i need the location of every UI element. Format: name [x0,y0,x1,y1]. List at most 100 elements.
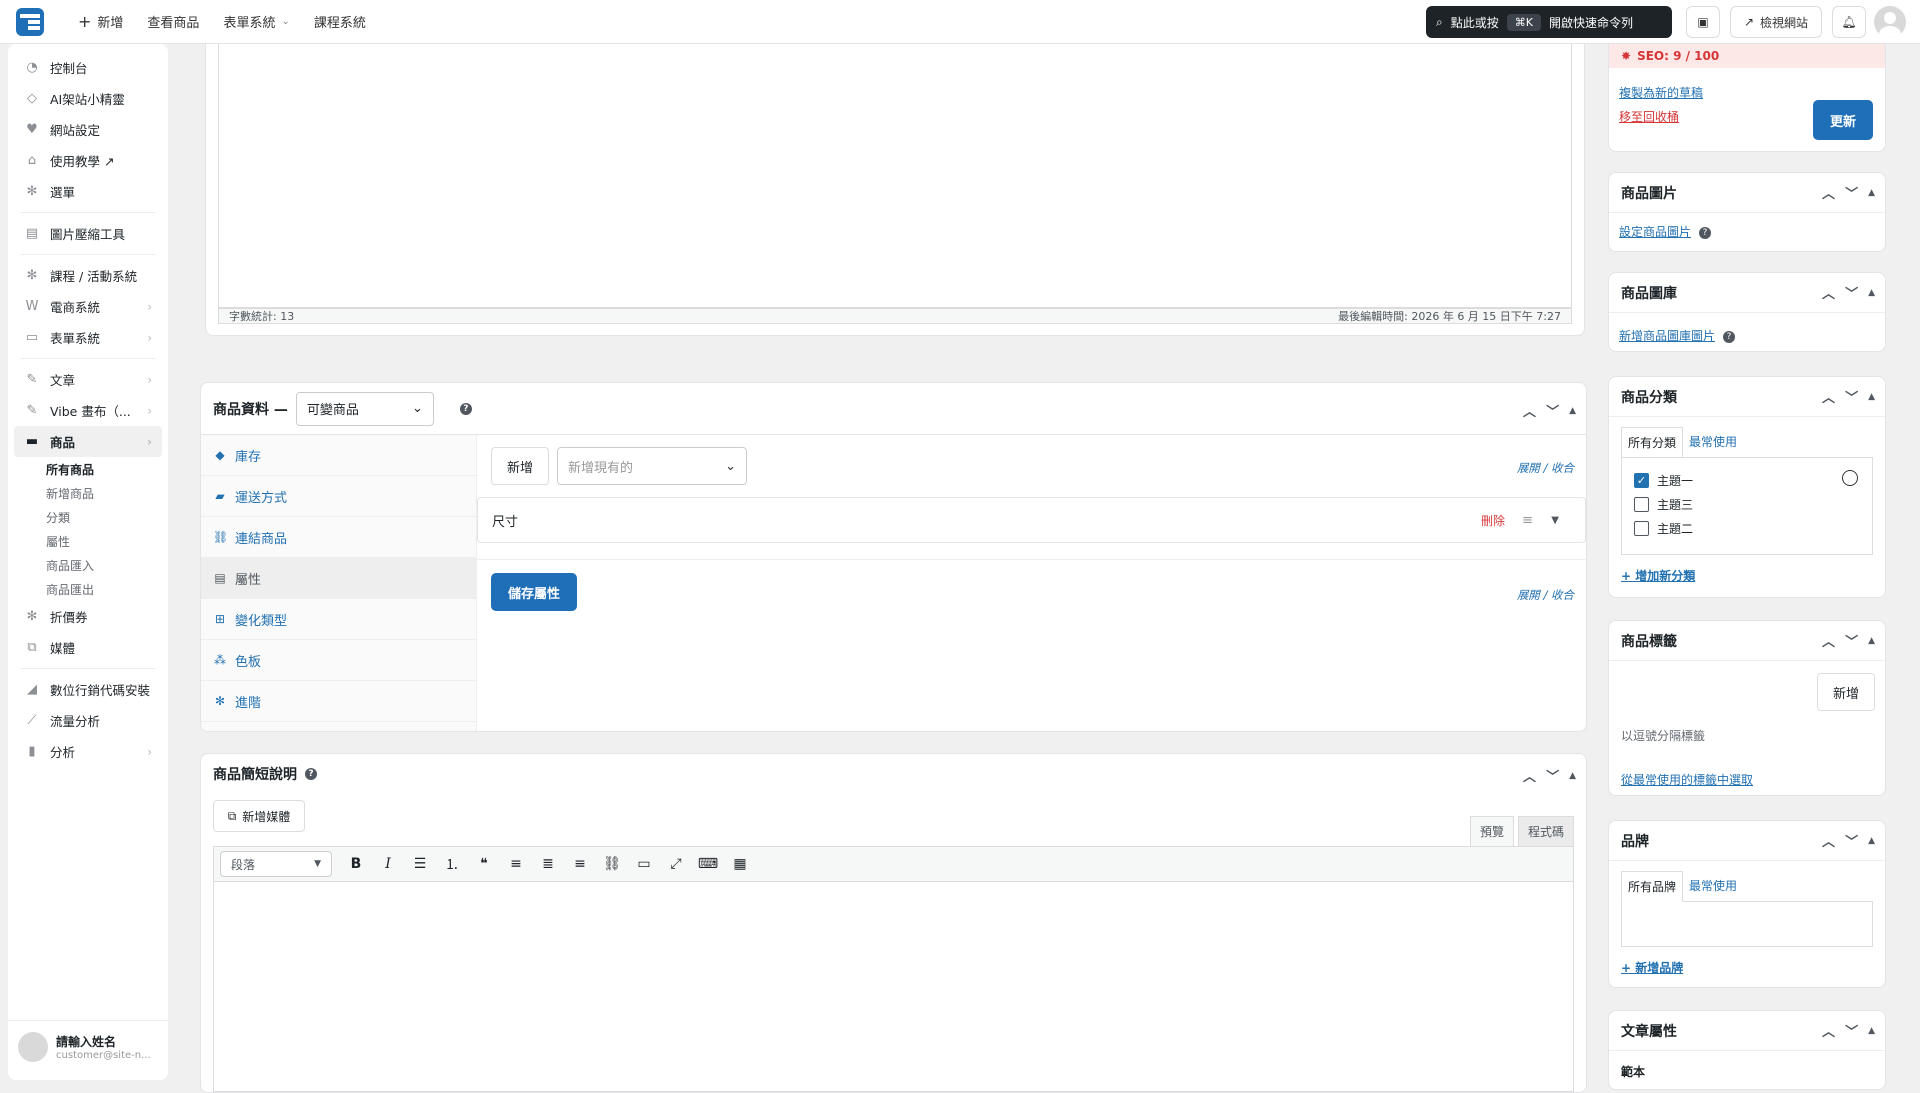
sidebar-sub-attributes[interactable]: 屬性 [8,529,168,553]
move-up-icon[interactable]: ︿ [1523,401,1536,420]
site-logo[interactable] [16,7,44,36]
primary-category-radio[interactable] [1842,470,1858,486]
sidebar-sub-categories[interactable]: 分類 [8,505,168,529]
save-attributes-button[interactable]: 儲存屬性 [491,573,577,611]
add-tag-button[interactable]: 新增 [1817,673,1875,711]
numbered-list-icon[interactable]: ⒈ [438,850,466,878]
move-up-icon[interactable]: ︿ [1523,766,1536,785]
help-icon[interactable]: ? [1723,330,1736,343]
align-right-icon[interactable]: ≡ [566,850,594,878]
course-system-link[interactable]: 課程系統 [304,12,376,31]
sidebar-item-media[interactable]: ⧉ 媒體 [8,632,168,663]
move-down-icon[interactable]: ﹀ [1845,1021,1858,1040]
user-avatar[interactable] [1874,6,1906,38]
sidebar-item-posts[interactable]: ✎ 文章 › [8,364,168,395]
sidebar-sub-import[interactable]: 商品匯入 [8,553,168,577]
collapse-icon[interactable]: ▲ [1569,771,1576,781]
help-icon[interactable]: ? [459,402,472,415]
tab-preview[interactable]: 預覽 [1470,816,1514,846]
format-select[interactable]: 段落 ▼ [220,851,332,877]
sidebar-item-products[interactable]: ▬ 商品 › [14,426,162,457]
toggle-arrow-icon[interactable]: ▼ [1551,515,1559,526]
new-button[interactable]: + 新增 [68,12,133,31]
copy-draft-link[interactable]: 複製為新的草稿 [1619,84,1703,101]
move-down-icon[interactable]: ﹀ [1845,831,1858,850]
collapse-icon[interactable]: ▲ [1868,636,1875,646]
move-down-icon[interactable]: ﹀ [1845,387,1858,406]
bullet-list-icon[interactable]: ☰ [406,850,434,878]
sidebar-item-traffic[interactable]: ⟋ 流量分析 [8,705,168,736]
move-down-icon[interactable]: ﹀ [1845,283,1858,302]
notifications-button[interactable]: 🔔︎ [1832,6,1866,38]
tab-all-brands[interactable]: 所有品牌 [1621,871,1684,902]
tab-shipping[interactable]: ▰ 運送方式 [201,476,476,517]
view-site-button[interactable]: ↗ 檢視網站 [1730,6,1822,38]
bold-icon[interactable]: B [342,850,370,878]
move-up-icon[interactable]: ︿ [1822,631,1835,650]
sidebar-item-analytics[interactable]: ▮ 分析 › [8,736,168,767]
italic-icon[interactable]: I [374,850,402,878]
fullscreen-icon[interactable]: ⤢ [662,850,690,878]
align-center-icon[interactable]: ≣ [534,850,562,878]
update-button[interactable]: 更新 [1813,100,1873,140]
product-type-select[interactable]: 可變商品 ⌄ [295,391,434,426]
sidebar-item-image-compress[interactable]: ▤ 圖片壓縮工具 [8,218,168,249]
category-item[interactable]: ✓ 主題一 [1634,468,1860,492]
add-gallery-images-link[interactable]: 新增商品圖庫圖片 [1619,329,1715,343]
add-category-link[interactable]: + 增加新分類 [1621,569,1695,583]
short-description-editor[interactable] [213,882,1574,1092]
expand-collapse-links[interactable]: 展開 / 收合 [1517,587,1574,603]
sidebar-item-course-system[interactable]: ✻ 課程 / 活動系統 [8,260,168,291]
sidebar-item-site-settings[interactable]: ♥ 網站設定 [8,114,168,145]
checkbox[interactable] [1634,496,1649,512]
sidebar-item-ai-wizard[interactable]: ◇ AI架站小精靈 [8,83,168,114]
checkbox[interactable] [1634,520,1649,536]
tab-common-categories[interactable]: 最常使用 [1683,427,1743,458]
sidebar-item-dashboard[interactable]: ◔ 控制台 [8,52,168,83]
move-down-icon[interactable]: ﹀ [1845,631,1858,650]
sidebar-sub-all-products[interactable]: 所有商品 [8,457,168,481]
tab-variations[interactable]: ⊞ 變化類型 [201,599,476,640]
sidebar-item-menu[interactable]: ✻ 選單 [8,176,168,207]
keyboard-icon[interactable]: ⌨ [694,850,722,878]
form-system-menu[interactable]: 表單系統 ⌄ [213,12,299,31]
content-editor-area[interactable] [218,44,1572,308]
link-icon[interactable]: ⛓︎ [598,850,626,878]
category-item[interactable]: 主題三 [1634,492,1860,516]
collapse-icon[interactable]: ▲ [1868,1026,1875,1036]
move-down-icon[interactable]: ﹀ [1546,766,1559,785]
preview-screen-button[interactable]: ▣ [1686,6,1720,38]
collapse-icon[interactable]: ▲ [1569,406,1576,416]
tab-all-categories[interactable]: 所有分類 [1621,427,1684,458]
tab-linked-products[interactable]: ⛓︎ 連結商品 [201,517,476,558]
move-up-icon[interactable]: ︿ [1822,1021,1835,1040]
tab-code[interactable]: 程式碼 [1518,816,1574,846]
expand-collapse-links[interactable]: 展開 / 收合 [1517,460,1574,476]
drag-handle-icon[interactable]: ≡ [1522,513,1533,528]
choose-common-tags-link[interactable]: 從最常使用的標籤中選取 [1621,771,1753,788]
command-palette-button[interactable]: ⌕ 點此或按 ⌘K 開啟快速命令列 [1426,6,1672,38]
collapse-icon[interactable]: ▲ [1868,836,1875,846]
help-icon[interactable]: ? [305,768,317,780]
move-down-icon[interactable]: ﹀ [1845,183,1858,202]
move-up-icon[interactable]: ︿ [1822,283,1835,302]
tab-common-brands[interactable]: 最常使用 [1683,871,1743,902]
sidebar-item-tutorial[interactable]: ⌂ 使用教學 ↗ [8,145,168,176]
add-media-button[interactable]: ⧉ 新增媒體 [213,800,305,832]
read-more-icon[interactable]: ▭ [630,850,658,878]
sidebar-item-form-system[interactable]: ▭ 表單系統 › [8,322,168,353]
move-up-icon[interactable]: ︿ [1822,831,1835,850]
add-brand-link[interactable]: + 新增品牌 [1621,961,1683,975]
tab-inventory[interactable]: ◆ 庫存 [201,435,476,476]
move-to-trash-link[interactable]: 移至回收桶 [1619,108,1679,125]
add-existing-attribute-select[interactable]: 新增現有的 ⌄ [557,447,747,485]
sidebar-item-coupons[interactable]: ✻ 折價券 [8,601,168,632]
add-attribute-button[interactable]: 新增 [491,447,549,485]
checkbox-checked[interactable]: ✓ [1634,472,1649,488]
delete-attribute-link[interactable]: 刪除 [1481,512,1505,529]
collapse-icon[interactable]: ▲ [1868,288,1875,298]
quote-icon[interactable]: ❝ [470,850,498,878]
tab-advanced[interactable]: ✻ 進階 [201,681,476,722]
user-profile[interactable]: 請輸入姓名 customer@site-n... [8,1020,168,1072]
sidebar-sub-export[interactable]: 商品匯出 [8,577,168,601]
